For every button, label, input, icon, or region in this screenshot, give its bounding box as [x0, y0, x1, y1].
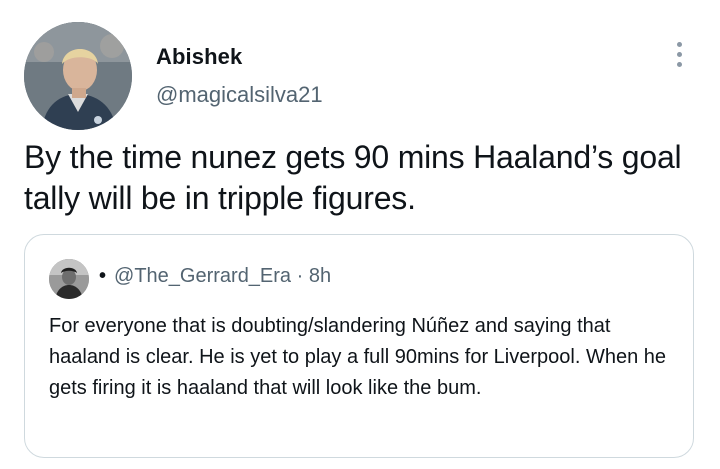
- quoted-handle[interactable]: @The_Gerrard_Era: [114, 265, 291, 287]
- quoted-text: For everyone that is doubting/slandering…: [49, 315, 666, 399]
- quoted-avatar-photo-icon: [49, 259, 89, 299]
- avatar-photo-icon: [24, 22, 132, 130]
- author-avatar[interactable]: [24, 22, 132, 130]
- quoted-time[interactable]: 8h: [309, 265, 331, 287]
- quoted-separator: ·: [296, 265, 304, 287]
- tweet: Abishek @magicalsilva21 By the time nune…: [0, 0, 720, 469]
- author-name[interactable]: Abishek: [156, 44, 242, 70]
- quoted-header: • @The_Gerrard_Era · 8h: [99, 265, 331, 288]
- quoted-author-avatar[interactable]: [49, 259, 89, 299]
- author-handle[interactable]: @magicalsilva21: [156, 82, 323, 108]
- quoted-tweet[interactable]: • @The_Gerrard_Era · 8h For everyone that…: [24, 234, 694, 458]
- tweet-text: By the time nunez gets 90 mins Haaland’s…: [24, 139, 682, 216]
- quoted-bullet: •: [99, 265, 107, 287]
- more-vertical-icon[interactable]: [668, 38, 692, 72]
